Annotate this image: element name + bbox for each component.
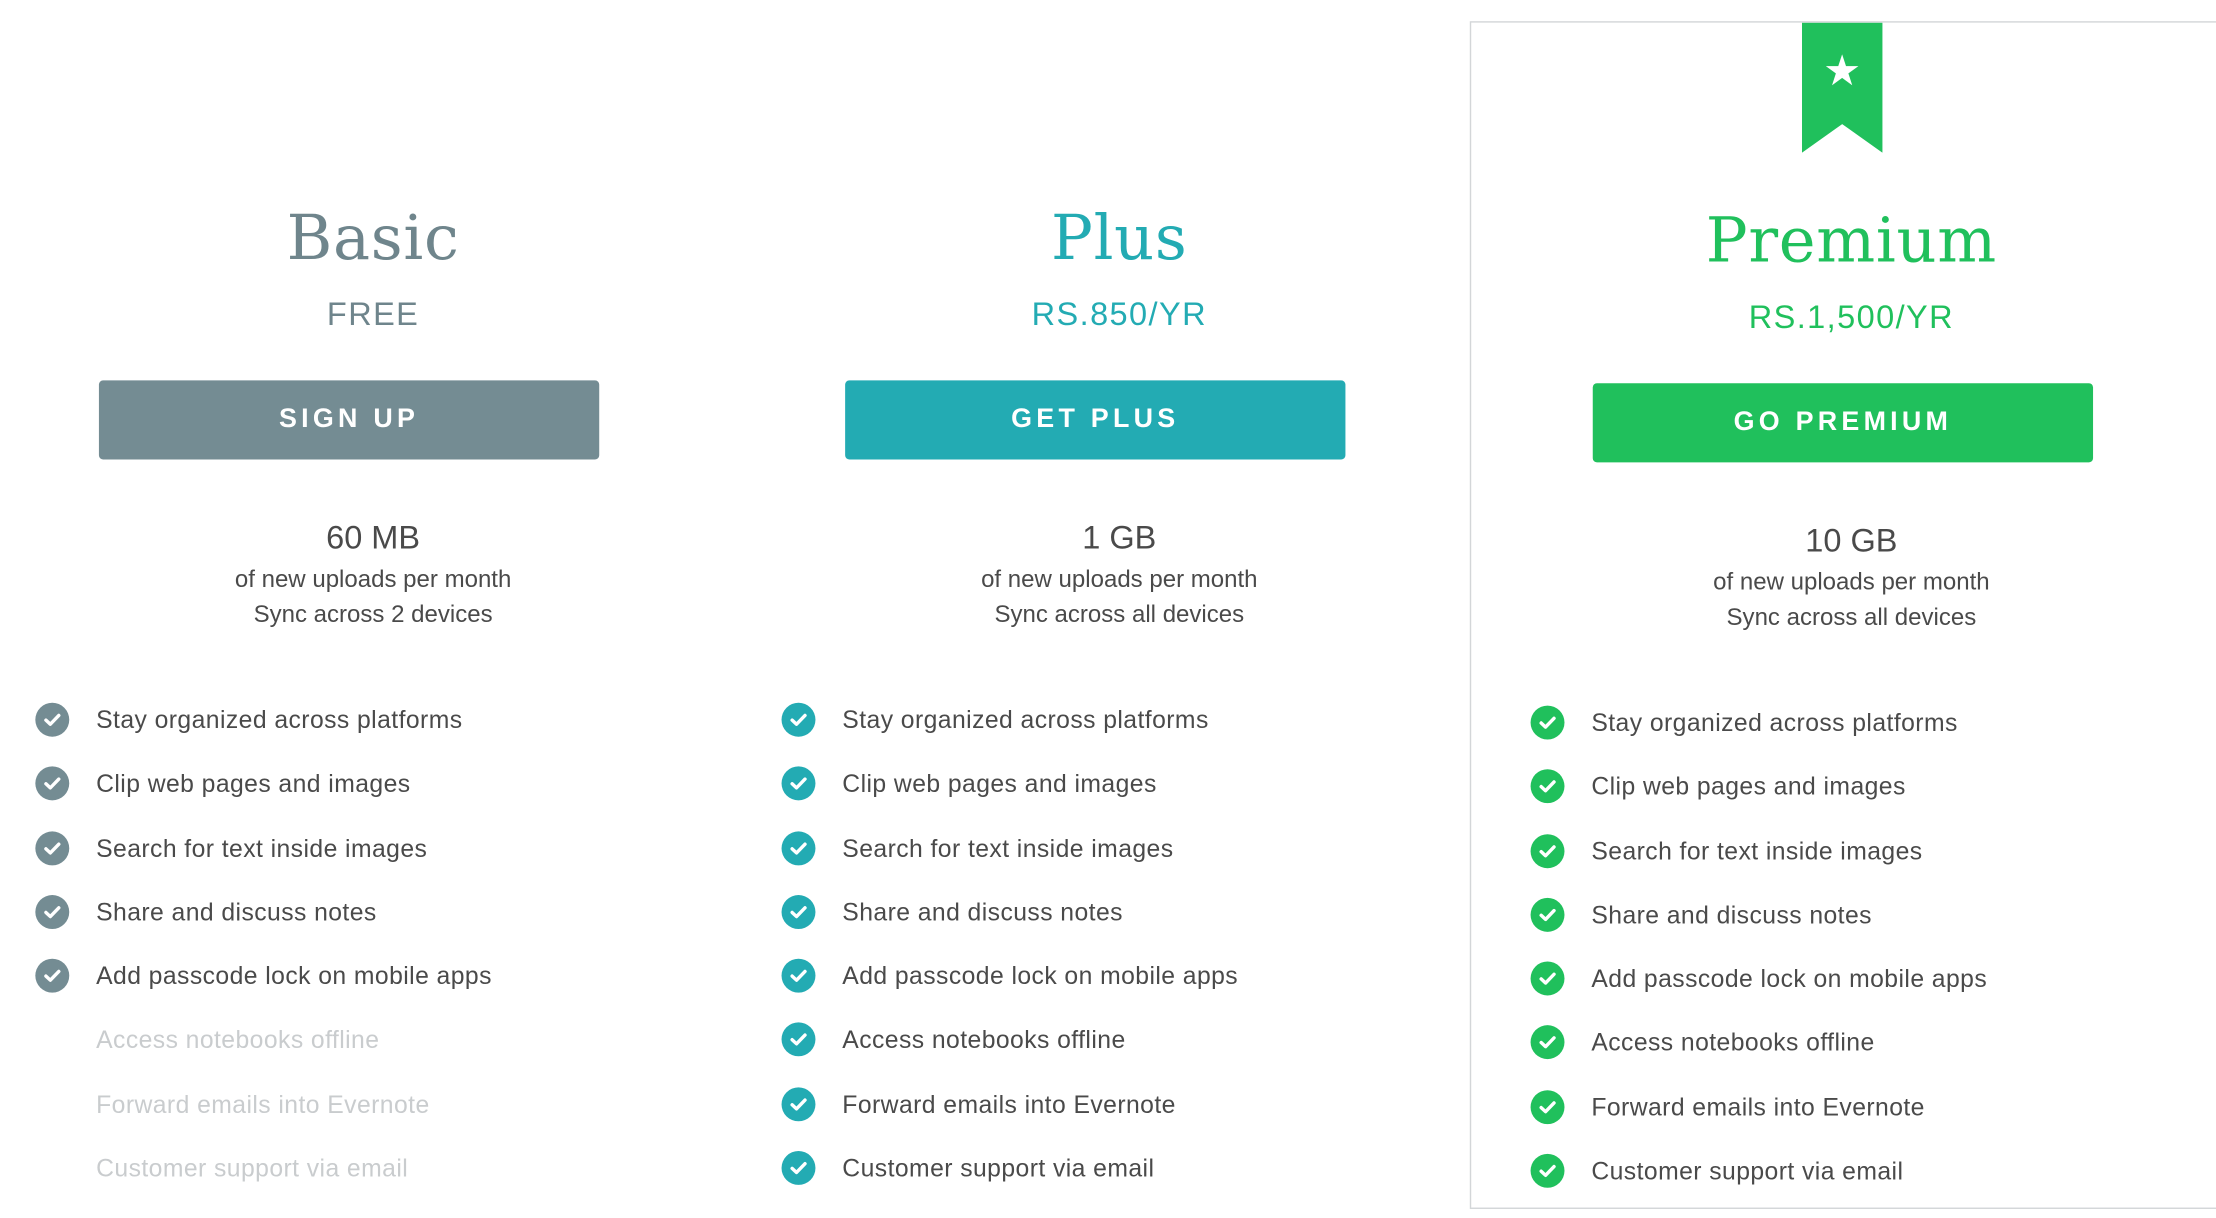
feature-item: Clip web pages and images [746, 766, 1492, 831]
feature-item: Forward emails into Evernote [746, 1087, 1492, 1151]
feature-label: Stay organized across platforms [842, 705, 1209, 734]
feature-item: Stay organized across platforms [746, 702, 1492, 767]
feature-item: Forward emails into Evernote [1495, 1089, 2216, 1154]
check-icon [35, 766, 70, 801]
feature-item: Access notebooks offline [1495, 1025, 2216, 1090]
plan-price: FREE [326, 295, 420, 333]
feature-item: Clip web pages and images [0, 766, 746, 831]
storage-amount: 1 GB [1082, 518, 1157, 556]
sign-up-button[interactable]: SIGN UP [98, 380, 600, 460]
check-icon [1530, 1089, 1565, 1124]
go-premium-button[interactable]: GO PREMIUM [1592, 383, 2094, 463]
feature-item: Add passcode lock on mobile apps [746, 958, 1492, 1023]
storage-amount: 60 MB [326, 518, 421, 556]
check-icon [781, 1087, 816, 1121]
feature-label: Search for text inside images [96, 833, 428, 862]
check-icon [1530, 1153, 1565, 1188]
feature-item: Customer support via email [1495, 1153, 2216, 1218]
check-icon [35, 958, 70, 993]
feature-item: Stay organized across platforms [0, 702, 746, 767]
feature-label: Customer support via email [1591, 1156, 1904, 1186]
feature-item: Stay organized across platforms [1495, 705, 2216, 770]
star-icon: ★ [1823, 48, 1862, 95]
feature-item: Search for text inside images [1495, 833, 2216, 898]
check-icon [35, 894, 70, 929]
plan-basic: Basic FREE SIGN UP 60 MB of new uploads … [0, 0, 746, 1192]
feature-label: Forward emails into Evernote [1591, 1092, 1925, 1121]
plan-price: RS.850/YR [1031, 295, 1207, 333]
feature-label: Add passcode lock on mobile apps [96, 961, 492, 991]
feature-item: Add passcode lock on mobile apps [1495, 961, 2216, 1026]
feature-label: Customer support via email [842, 1153, 1155, 1183]
check-icon [35, 830, 70, 865]
feature-item: Add passcode lock on mobile apps [0, 958, 746, 1023]
pricing-table: Basic FREE SIGN UP 60 MB of new uploads … [0, 0, 2216, 1209]
feature-item: Search for text inside images [746, 830, 1492, 895]
feature-list: Stay organized across platforms Clip web … [1495, 705, 2216, 1218]
plan-plus: Plus RS.850/YR GET PLUS 1 GB of new uplo… [746, 0, 1492, 1192]
get-plus-button[interactable]: GET PLUS [845, 380, 1346, 460]
feature-item: Customer support via email [0, 1151, 746, 1215]
check-icon [1530, 1025, 1565, 1060]
feature-label: Forward emails into Evernote [96, 1089, 430, 1119]
feature-label: Clip web pages and images [1591, 772, 1906, 801]
check-icon [1530, 705, 1565, 740]
feature-label: Share and discuss notes [96, 897, 377, 927]
feature-label: Share and discuss notes [1591, 900, 1872, 929]
feature-label: Access notebooks offline [96, 1025, 380, 1055]
uploads-label: of new uploads per month [981, 565, 1258, 593]
sync-label: Sync across all devices [994, 600, 1245, 628]
feature-label: Add passcode lock on mobile apps [842, 961, 1239, 991]
featured-ribbon: ★ [1801, 22, 1883, 153]
feature-label: Add passcode lock on mobile apps [1591, 964, 1988, 993]
sync-label: Sync across all devices [1726, 603, 1977, 631]
check-icon [781, 958, 816, 993]
feature-label: Stay organized across platforms [96, 705, 463, 734]
feature-item: Access notebooks offline [746, 1023, 1492, 1087]
feature-label: Forward emails into Evernote [842, 1089, 1176, 1119]
check-icon [35, 702, 70, 737]
check-icon [1530, 897, 1565, 932]
storage-amount: 10 GB [1805, 521, 1898, 559]
check-icon [781, 894, 816, 929]
check-icon [1530, 833, 1565, 868]
plan-premium: ★ Premium RS.1,500/YR GO PREMIUM 10 GB o… [1469, 21, 2216, 1209]
feature-item: Forward emails into Evernote [0, 1087, 746, 1151]
feature-item: Clip web pages and images [1495, 769, 2216, 834]
feature-label: Access notebooks offline [1591, 1028, 1875, 1057]
uploads-label: of new uploads per month [1713, 568, 1990, 596]
feature-item: Customer support via email [746, 1151, 1492, 1215]
feature-list: Stay organized across platforms Clip web … [746, 702, 1492, 1215]
check-icon [1530, 769, 1565, 804]
plan-title: Basic [286, 202, 460, 275]
feature-item: Access notebooks offline [0, 1023, 746, 1087]
check-icon [781, 766, 816, 801]
plan-title: Plus [1051, 202, 1188, 275]
feature-label: Clip web pages and images [842, 769, 1157, 798]
feature-item: Share and discuss notes [746, 894, 1492, 959]
feature-item: Search for text inside images [0, 830, 746, 895]
check-icon [1530, 961, 1565, 996]
feature-list: Stay organized across platforms Clip web … [0, 702, 746, 1215]
uploads-label: of new uploads per month [234, 565, 512, 593]
check-icon [781, 830, 816, 865]
feature-item: Share and discuss notes [0, 894, 746, 959]
plan-title: Premium [1705, 205, 1997, 278]
sync-label: Sync across 2 devices [253, 600, 493, 628]
plan-price: RS.1,500/YR [1748, 298, 1955, 336]
check-icon [781, 1023, 816, 1057]
feature-item: Share and discuss notes [1495, 897, 2216, 962]
feature-label: Search for text inside images [1591, 836, 1923, 865]
feature-label: Customer support via email [96, 1153, 409, 1183]
feature-label: Search for text inside images [842, 833, 1174, 862]
feature-label: Clip web pages and images [96, 769, 411, 798]
check-icon [781, 702, 816, 737]
feature-label: Stay organized across platforms [1591, 708, 1958, 737]
check-icon [781, 1151, 816, 1186]
feature-label: Access notebooks offline [842, 1025, 1126, 1055]
feature-label: Share and discuss notes [842, 897, 1123, 927]
